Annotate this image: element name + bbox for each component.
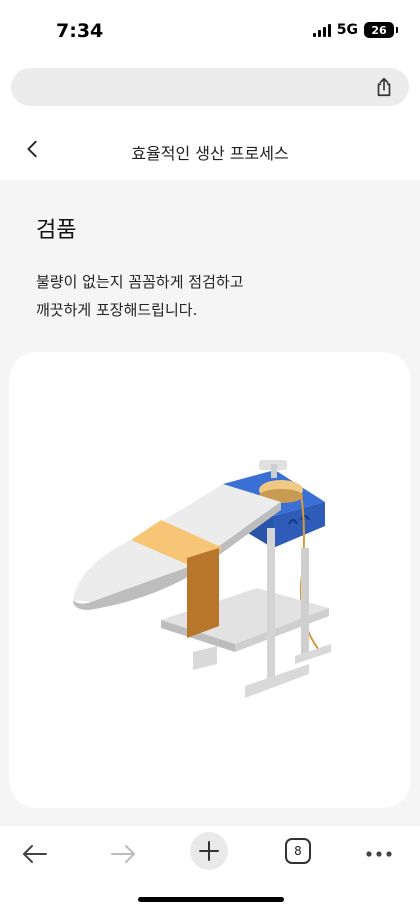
illustration-card	[9, 352, 411, 808]
leg-front	[267, 528, 275, 684]
status-time: 7:34	[56, 20, 104, 42]
arrow-left-icon[interactable]	[16, 834, 56, 874]
description-line-2: 깨끗하게 포장해드립니다.	[36, 301, 198, 319]
new-tab-button[interactable]	[190, 832, 228, 870]
tabs-count: 8	[294, 844, 302, 858]
more-icon[interactable]	[360, 834, 400, 874]
page-title: 효율적인 생산 프로세스	[131, 144, 289, 163]
base-foot-left	[193, 646, 217, 670]
battery-icon: 26	[364, 22, 398, 38]
browser-address-area	[0, 60, 420, 120]
ironing-board-illustration	[73, 460, 331, 698]
url-bar[interactable]	[11, 68, 409, 106]
tabs-button[interactable]: 8	[285, 838, 311, 864]
signal-icon	[312, 23, 331, 37]
home-indicator	[138, 897, 284, 902]
arrow-right-icon[interactable]	[102, 834, 142, 874]
share-icon[interactable]	[373, 76, 395, 98]
cloth-hang	[187, 548, 219, 638]
base-foot-right	[245, 664, 309, 698]
description-line-1: 불량이 없는지 꼼꼼하게 점검하고	[36, 273, 244, 291]
section-description: 불량이 없는지 꼼꼼하게 점검하고 깨끗하게 포장해드립니다.	[36, 268, 244, 324]
section-title: 검품	[36, 218, 77, 243]
status-indicators: 5G 26	[312, 22, 398, 38]
leg-back	[301, 548, 309, 658]
base-foot-back	[295, 644, 331, 664]
page-header: 효율적인 생산 프로세스	[0, 120, 420, 180]
iron-handle-post	[271, 464, 277, 478]
plus-icon	[199, 841, 219, 861]
status-bar: 7:34 5G 26	[0, 0, 420, 60]
battery-level: 26	[371, 23, 387, 37]
network-label: 5G	[336, 22, 358, 38]
